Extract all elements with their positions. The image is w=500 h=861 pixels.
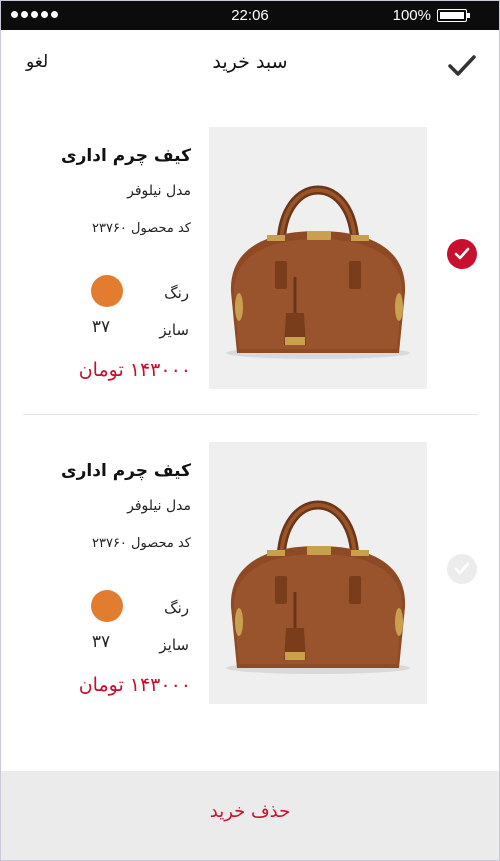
check-icon — [454, 247, 470, 260]
cart-item: کیف چرم اداری مدل نیلوفر کد محصول ۲۳۷۶۰ … — [1, 416, 499, 731]
select-checkbox[interactable] — [447, 239, 477, 269]
product-name: کیف چرم اداری — [61, 146, 191, 166]
color-label: رنگ — [164, 599, 189, 617]
cart-item: کیف چرم اداری مدل نیلوفر کد محصول ۲۳۷۶۰ … — [1, 101, 499, 416]
color-swatch — [91, 275, 123, 307]
product-model: مدل نیلوفر — [127, 183, 191, 199]
product-price: ۱۴۳۰۰۰ تومان — [78, 674, 191, 696]
battery-icon — [437, 9, 470, 22]
product-code: کد محصول ۲۳۷۶۰ — [92, 536, 191, 551]
size-label: سایز — [159, 636, 189, 654]
page-title: سبد خرید — [212, 51, 288, 73]
size-label: سایز — [159, 321, 189, 339]
battery-percentage: 100% — [392, 7, 431, 24]
cancel-button[interactable]: لغو — [26, 52, 48, 72]
app-frame: 22:06 100% سبد خرید لغو کیف چرم اداری مد… — [0, 0, 500, 861]
delete-purchase-button[interactable]: حذف خرید — [1, 801, 499, 822]
product-image — [209, 127, 427, 389]
product-model: مدل نیلوفر — [127, 498, 191, 514]
item-divider — [23, 414, 478, 415]
status-bar: 22:06 100% — [1, 1, 499, 30]
color-swatch — [91, 590, 123, 622]
size-value: ۳۷ — [91, 632, 111, 652]
color-label: رنگ — [164, 284, 189, 302]
product-name: کیف چرم اداری — [61, 461, 191, 481]
size-value: ۳۷ — [91, 317, 111, 337]
check-icon — [454, 562, 470, 575]
product-code: کد محصول ۲۳۷۶۰ — [92, 221, 191, 236]
footer-bar: حذف خرید — [1, 771, 499, 860]
select-checkbox[interactable] — [447, 554, 477, 584]
product-price: ۱۴۳۰۰۰ تومان — [78, 359, 191, 381]
product-image — [209, 442, 427, 704]
